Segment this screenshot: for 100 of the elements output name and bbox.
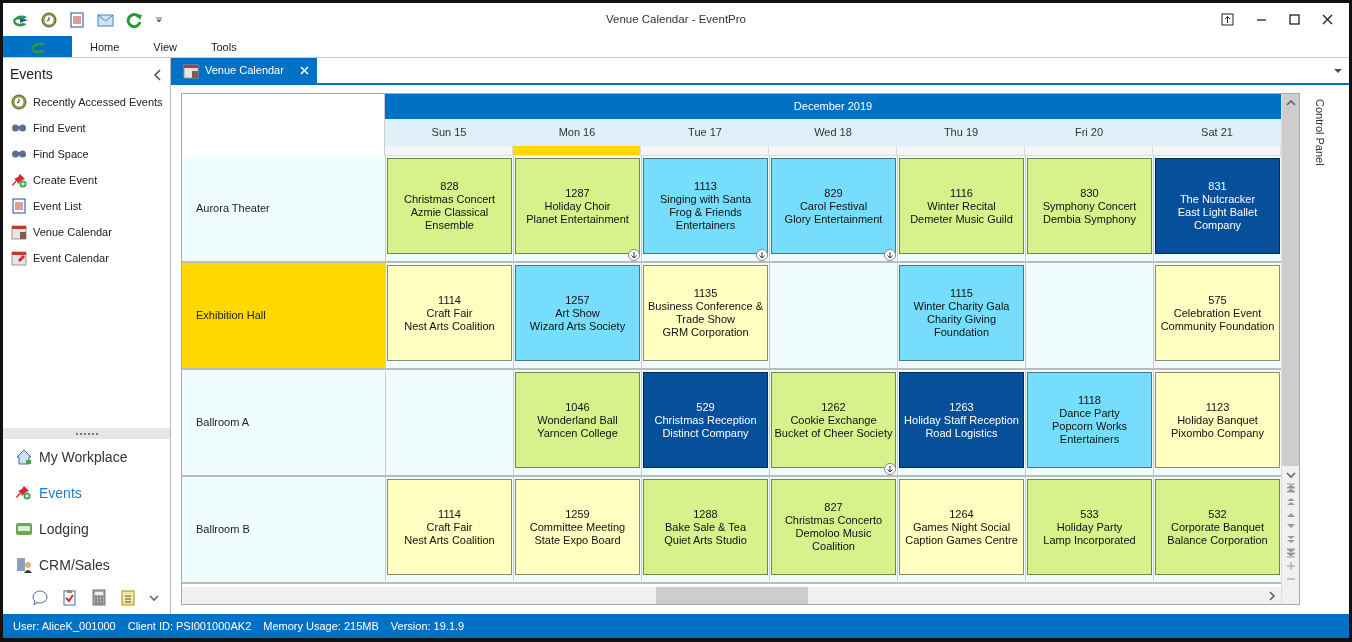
maximize-icon[interactable] bbox=[1289, 14, 1300, 25]
sidebar-item[interactable]: Find Event bbox=[3, 115, 170, 141]
event-client: Frog & Friends Entertainers bbox=[668, 206, 743, 232]
event-title: Wonderland Ball bbox=[537, 413, 618, 427]
plus-icon[interactable] bbox=[1285, 561, 1296, 571]
page-up-icon[interactable] bbox=[1285, 496, 1296, 506]
page-down-icon[interactable] bbox=[1285, 535, 1296, 545]
document-tab[interactable]: Venue Calendar bbox=[171, 58, 317, 83]
first-icon[interactable] bbox=[1285, 483, 1296, 493]
window-title: Venue Calendar - EventPro bbox=[605, 11, 747, 27]
nav-item[interactable]: CRM/Sales bbox=[3, 547, 170, 583]
event-client: East Light Ballet Company bbox=[1176, 206, 1259, 232]
notepad-icon[interactable] bbox=[119, 589, 136, 606]
event-title: Celebration Event bbox=[1173, 306, 1262, 320]
event-number: 532 bbox=[1208, 507, 1227, 521]
event-client: Azmie Classical Ensemble bbox=[409, 206, 490, 232]
caret-icon[interactable] bbox=[155, 16, 163, 23]
people-icon bbox=[15, 556, 33, 574]
event-number: 1114 bbox=[438, 507, 461, 521]
refresh-icon[interactable] bbox=[126, 11, 143, 28]
venue-cell[interactable]: Ballroom B bbox=[182, 477, 385, 584]
event-number: 533 bbox=[1080, 507, 1099, 521]
month-header: December 2019 bbox=[385, 94, 1281, 119]
event-client: Charity Giving Foundation bbox=[925, 313, 998, 339]
calculator-icon[interactable] bbox=[90, 589, 107, 606]
chevron-down-icon[interactable] bbox=[148, 592, 160, 603]
chevron-up-icon[interactable] bbox=[1284, 98, 1297, 108]
down-arrow-icon[interactable] bbox=[884, 249, 896, 261]
down-arrow-icon[interactable] bbox=[884, 463, 896, 475]
down-arrow-icon[interactable] bbox=[756, 249, 768, 261]
chevron-down-icon[interactable] bbox=[1284, 470, 1297, 480]
event-number: 1115 bbox=[950, 287, 973, 300]
event-number: 575 bbox=[1208, 293, 1227, 307]
event-client: Glory Entertainment bbox=[784, 212, 883, 226]
event-title: Games Night Social bbox=[912, 520, 1011, 534]
close-icon[interactable] bbox=[1322, 14, 1333, 25]
bed-icon bbox=[15, 520, 33, 538]
down-arrow-icon[interactable] bbox=[628, 249, 640, 261]
event-client: Planet Entertainment bbox=[526, 212, 629, 226]
event-number: 1264 bbox=[949, 507, 974, 521]
event-client: GRM Corporation bbox=[662, 326, 749, 339]
sidebar-item[interactable]: Event List bbox=[3, 193, 170, 219]
event-number: 827 bbox=[824, 501, 843, 514]
horizontal-scrollbar[interactable] bbox=[182, 587, 1281, 604]
document-icon[interactable] bbox=[69, 11, 85, 28]
venue-cell[interactable]: Exhibition Hall bbox=[182, 263, 385, 370]
sidebar-item[interactable]: Create Event bbox=[3, 167, 170, 193]
event-number: 1114 bbox=[438, 293, 461, 307]
event-number: 830 bbox=[1080, 186, 1099, 200]
event-title: Singing with Santa bbox=[659, 193, 752, 206]
chevron-right-icon[interactable] bbox=[1267, 589, 1277, 602]
event-title: Holiday Party bbox=[1056, 520, 1123, 534]
menu-tab[interactable]: View bbox=[135, 36, 193, 57]
calendar-icon bbox=[11, 224, 27, 240]
scroll-thumb[interactable] bbox=[656, 587, 808, 604]
mail-icon[interactable] bbox=[97, 11, 114, 28]
day-header: Wed 18 bbox=[769, 119, 897, 146]
pushpin-icon bbox=[15, 484, 33, 502]
clock-icon[interactable] bbox=[41, 11, 57, 28]
sidebar-item[interactable]: Recently Accessed Events bbox=[3, 89, 170, 115]
day-header: Mon 16 bbox=[513, 119, 641, 146]
event-client: Yarncen College bbox=[537, 426, 618, 440]
event-client: Quiet Arts Studio bbox=[664, 533, 747, 547]
venue-cell[interactable]: Ballroom A bbox=[182, 370, 385, 477]
event-number: 1257 bbox=[565, 293, 590, 307]
menu-tab[interactable]: Tools bbox=[193, 36, 253, 57]
event-client: Demeter Music Guild bbox=[910, 212, 1013, 226]
event-title: Dance Party bbox=[1059, 407, 1120, 420]
clipboard-icon[interactable] bbox=[61, 589, 78, 606]
sidebar-item[interactable]: Event Calendar bbox=[3, 245, 170, 271]
event-number: 1113 bbox=[694, 180, 717, 193]
event-client: Road Logistics bbox=[925, 426, 998, 440]
last-icon[interactable] bbox=[1285, 548, 1296, 558]
event-number: 1118 bbox=[1078, 394, 1101, 407]
control-panel-tab[interactable]: Control Panel bbox=[1311, 99, 1329, 605]
menu-tab[interactable]: Home bbox=[72, 36, 136, 57]
chat-icon[interactable] bbox=[31, 589, 49, 606]
sidebar-item[interactable]: Find Space bbox=[3, 141, 170, 167]
vertical-scrollbar[interactable] bbox=[1281, 94, 1299, 604]
calendar-icon bbox=[11, 250, 27, 266]
close-tab-button[interactable] bbox=[299, 66, 309, 75]
day-header: Tue 17 bbox=[641, 119, 769, 146]
day-header: Fri 20 bbox=[1025, 119, 1153, 146]
sidebar-item[interactable]: Venue Calendar bbox=[3, 219, 170, 245]
dropdown-icon[interactable] bbox=[1333, 66, 1343, 75]
day-header: Sat 21 bbox=[1153, 119, 1281, 146]
nav-item[interactable]: My Workplace bbox=[3, 439, 170, 475]
event-number: 1262 bbox=[821, 400, 846, 414]
event-client: Balance Corporation bbox=[1167, 533, 1268, 547]
event-title: Carol Festival bbox=[799, 199, 868, 213]
event-title: Cookie Exchange bbox=[790, 413, 877, 427]
collapse-icon[interactable] bbox=[152, 67, 162, 82]
grip-icon bbox=[75, 432, 98, 435]
venue-cell[interactable]: Aurora Theater bbox=[182, 156, 385, 263]
clock-icon bbox=[11, 94, 27, 110]
event-client: Dembia Symphony bbox=[1043, 212, 1136, 226]
nav-item[interactable]: Lodging bbox=[3, 511, 170, 547]
restore-icon[interactable] bbox=[1221, 13, 1234, 26]
nav-item[interactable]: Events bbox=[3, 475, 170, 511]
event-client: Lamp Incorporated bbox=[1043, 533, 1136, 547]
